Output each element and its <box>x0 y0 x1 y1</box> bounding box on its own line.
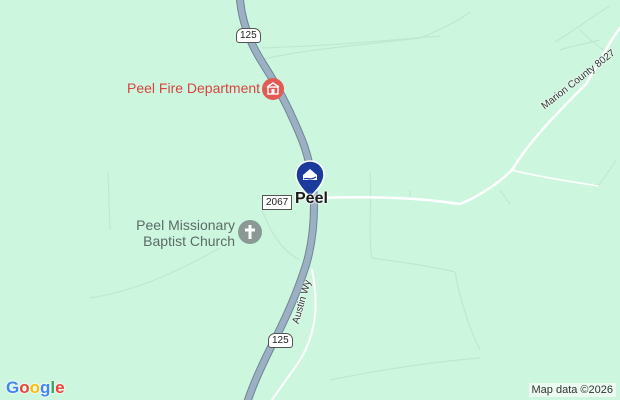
route-shield-125-bottom: 125 <box>268 333 293 348</box>
logo-letter: o <box>19 378 30 397</box>
church-label-line2: Baptist Church <box>143 233 235 249</box>
fire-department-label[interactable]: Peel Fire Department <box>127 80 260 96</box>
logo-letter: G <box>6 378 20 397</box>
church-label[interactable]: Peel Missionary Baptist Church <box>133 217 235 249</box>
place-label[interactable]: Peel <box>295 190 328 208</box>
logo-letter: g <box>40 378 51 397</box>
google-logo[interactable]: Google <box>6 378 65 398</box>
route-shield-2067: 2067 <box>262 195 293 210</box>
logo-letter: e <box>55 378 65 397</box>
map-view[interactable]: 125 2067 125 Peel Fire Department Peel M… <box>0 0 620 400</box>
church-cross-icon[interactable] <box>238 220 262 244</box>
church-label-line1: Peel Missionary <box>136 217 235 233</box>
route-shield-125-top: 125 <box>236 28 261 43</box>
fire-station-icon[interactable] <box>262 78 284 100</box>
map-attribution[interactable]: Map data ©2026 <box>528 383 616 397</box>
logo-letter: o <box>29 378 41 397</box>
